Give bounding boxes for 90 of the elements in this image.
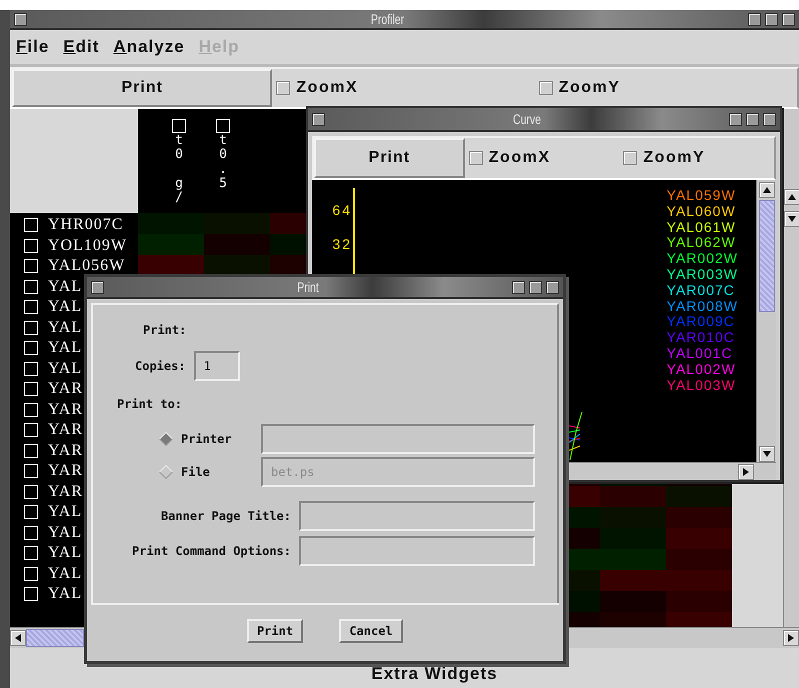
menu-item[interactable]: Edit: [63, 37, 100, 57]
cancel-button[interactable]: Cancel: [339, 619, 403, 643]
axis-tick-label: 64: [332, 202, 352, 218]
window-title: Profiler: [370, 11, 406, 27]
scroll-up-icon[interactable]: [762, 185, 772, 195]
column-label: t0.5: [218, 134, 228, 192]
legend-label: YAL060W: [666, 204, 737, 220]
checkbox[interactable]: [538, 81, 553, 95]
gene-label[interactable]: YOL109W: [48, 236, 127, 255]
gene-label[interactable]: YAL: [48, 544, 82, 562]
gene-label[interactable]: YAL: [48, 298, 82, 316]
print-button[interactable]: Print: [247, 619, 303, 643]
copies-field[interactable]: 1: [194, 351, 240, 381]
copies-label: Copies:: [135, 359, 186, 373]
gene-label[interactable]: YAL: [48, 318, 82, 337]
gene-label[interactable]: YAR: [48, 442, 84, 460]
status-text: Extra Widgets: [371, 664, 498, 684]
gene-label[interactable]: YAR: [48, 421, 84, 440]
dialog-heading: Print:: [143, 323, 186, 337]
gene-label[interactable]: YAL: [48, 360, 82, 378]
menu-item[interactable]: File: [16, 37, 50, 57]
legend-label: YAR008W: [666, 298, 738, 314]
column-label: t0 g/: [174, 134, 184, 206]
gene-label[interactable]: YAL: [48, 278, 82, 296]
maximize-icon[interactable]: [746, 112, 759, 126]
checkbox-label: ZoomY: [643, 149, 706, 167]
radio-label: Printer: [181, 432, 233, 446]
close-icon[interactable]: [546, 280, 559, 294]
checkbox[interactable]: [468, 151, 483, 165]
gene-label[interactable]: YHR007C: [48, 216, 124, 234]
legend-label: YAL001C: [666, 346, 734, 362]
radio-label: File: [181, 465, 211, 479]
legend-label: YAR003W: [666, 266, 738, 283]
gene-label[interactable]: YAR: [48, 400, 84, 419]
maximize-icon[interactable]: [529, 280, 542, 294]
close-icon[interactable]: [763, 112, 776, 126]
scroll-right-icon[interactable]: [786, 633, 796, 643]
scrollbar[interactable]: [756, 180, 776, 462]
legend-label: YAL002W: [666, 362, 737, 378]
maximize-icon[interactable]: [765, 12, 778, 26]
legend-label: YAR009C: [666, 314, 736, 330]
checkbox-label: ZoomY: [558, 79, 620, 97]
checkbox-label: ZoomX: [296, 79, 358, 97]
scroll-thumb[interactable]: [26, 629, 84, 647]
checkbox[interactable]: [276, 81, 290, 95]
scroll-thumb[interactable]: [758, 200, 774, 312]
legend-label: YAL061W: [666, 220, 737, 236]
gene-label[interactable]: YAL: [48, 585, 82, 604]
destination-field[interactable]: [261, 424, 535, 454]
gene-label[interactable]: YAL: [48, 524, 82, 542]
text-field[interactable]: [299, 501, 535, 531]
print-to-label: Print to:: [117, 397, 182, 411]
menu-item[interactable]: Analyze: [113, 37, 185, 57]
legend-label: YAR007C: [666, 282, 736, 299]
scroll-up-icon[interactable]: [786, 192, 796, 202]
gene-label[interactable]: YAR: [48, 380, 84, 398]
window-menu-icon[interactable]: [312, 112, 325, 126]
legend-label: YAR010C: [666, 330, 736, 346]
text-field[interactable]: [299, 536, 535, 566]
window-title: Print: [296, 279, 320, 295]
print-button[interactable]: Print: [12, 69, 272, 107]
window-menu-icon[interactable]: [91, 280, 104, 294]
window-title: Curve: [512, 111, 542, 127]
print-button[interactable]: Print: [314, 138, 465, 178]
gene-label[interactable]: YAL056W: [48, 257, 126, 276]
minimize-icon[interactable]: [512, 280, 525, 294]
gene-label[interactable]: YAL: [48, 503, 82, 522]
gene-label[interactable]: YAL: [48, 564, 82, 583]
scroll-down-icon[interactable]: [786, 214, 796, 224]
legend-label: YAL059W: [666, 188, 737, 204]
legend-label: YAR002W: [666, 251, 738, 267]
minimize-icon[interactable]: [729, 112, 742, 126]
minimize-icon[interactable]: [748, 12, 761, 26]
gene-label[interactable]: YAL: [48, 339, 82, 358]
legend-label: YAL003W: [666, 378, 737, 394]
scrollbar[interactable]: [783, 109, 799, 627]
checkbox-label: ZoomX: [488, 149, 550, 167]
gene-label[interactable]: YAR: [48, 482, 84, 501]
radio-button[interactable]: [159, 432, 173, 446]
scroll-left-icon[interactable]: [13, 633, 23, 643]
scroll-right-icon[interactable]: [741, 466, 751, 476]
field-label: Banner Page Title:: [160, 509, 291, 523]
axis-tick-label: 32: [332, 236, 352, 252]
legend-label: YAL062W: [666, 235, 737, 252]
window-menu-icon[interactable]: [14, 12, 27, 26]
field-label: Print Command Options:: [132, 544, 291, 558]
scroll-down-icon[interactable]: [762, 449, 772, 459]
gene-label[interactable]: YAR: [48, 462, 84, 480]
close-icon[interactable]: [782, 12, 795, 26]
checkbox[interactable]: [623, 151, 638, 165]
